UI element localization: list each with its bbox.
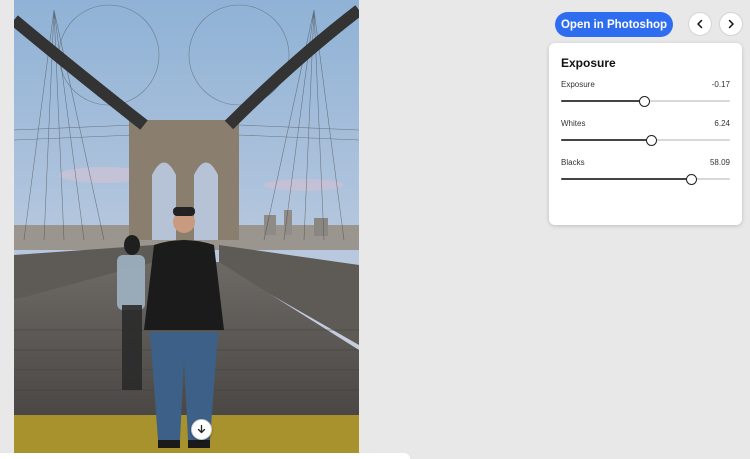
slider-label: Exposure [561, 80, 595, 89]
slider-fill [561, 178, 692, 180]
exposure-panel: Exposure Exposure -0.17 Whites 6.24 Blac… [549, 43, 742, 225]
previous-button[interactable] [688, 12, 712, 36]
chevron-right-icon [728, 19, 734, 29]
slider-fill [561, 100, 644, 102]
blacks-slider[interactable] [561, 171, 730, 187]
bottom-bar [0, 453, 410, 459]
slider-thumb[interactable] [638, 96, 650, 107]
slider-value: -0.17 [711, 80, 730, 89]
download-button[interactable] [191, 419, 212, 440]
bridge-photo [14, 0, 359, 453]
slider-value: 6.24 [714, 119, 730, 128]
slider-fill [561, 139, 651, 141]
arrow-down-icon [197, 424, 206, 434]
whites-slider[interactable] [561, 132, 730, 148]
slider-thumb[interactable] [645, 135, 657, 146]
slider-label: Blacks [561, 158, 585, 167]
next-button[interactable] [719, 12, 743, 36]
slider-label: Whites [561, 119, 586, 128]
open-in-photoshop-button[interactable]: Open in Photoshop [555, 12, 673, 37]
blacks-slider-row: Blacks 58.09 [561, 158, 730, 187]
photo-canvas [14, 0, 359, 453]
slider-thumb[interactable] [686, 174, 698, 185]
slider-value: 58.09 [709, 158, 730, 167]
chevron-left-icon [697, 19, 703, 29]
exposure-slider[interactable] [561, 93, 730, 109]
panel-title: Exposure [561, 56, 616, 70]
exposure-slider-row: Exposure -0.17 [561, 80, 730, 109]
whites-slider-row: Whites 6.24 [561, 119, 730, 148]
